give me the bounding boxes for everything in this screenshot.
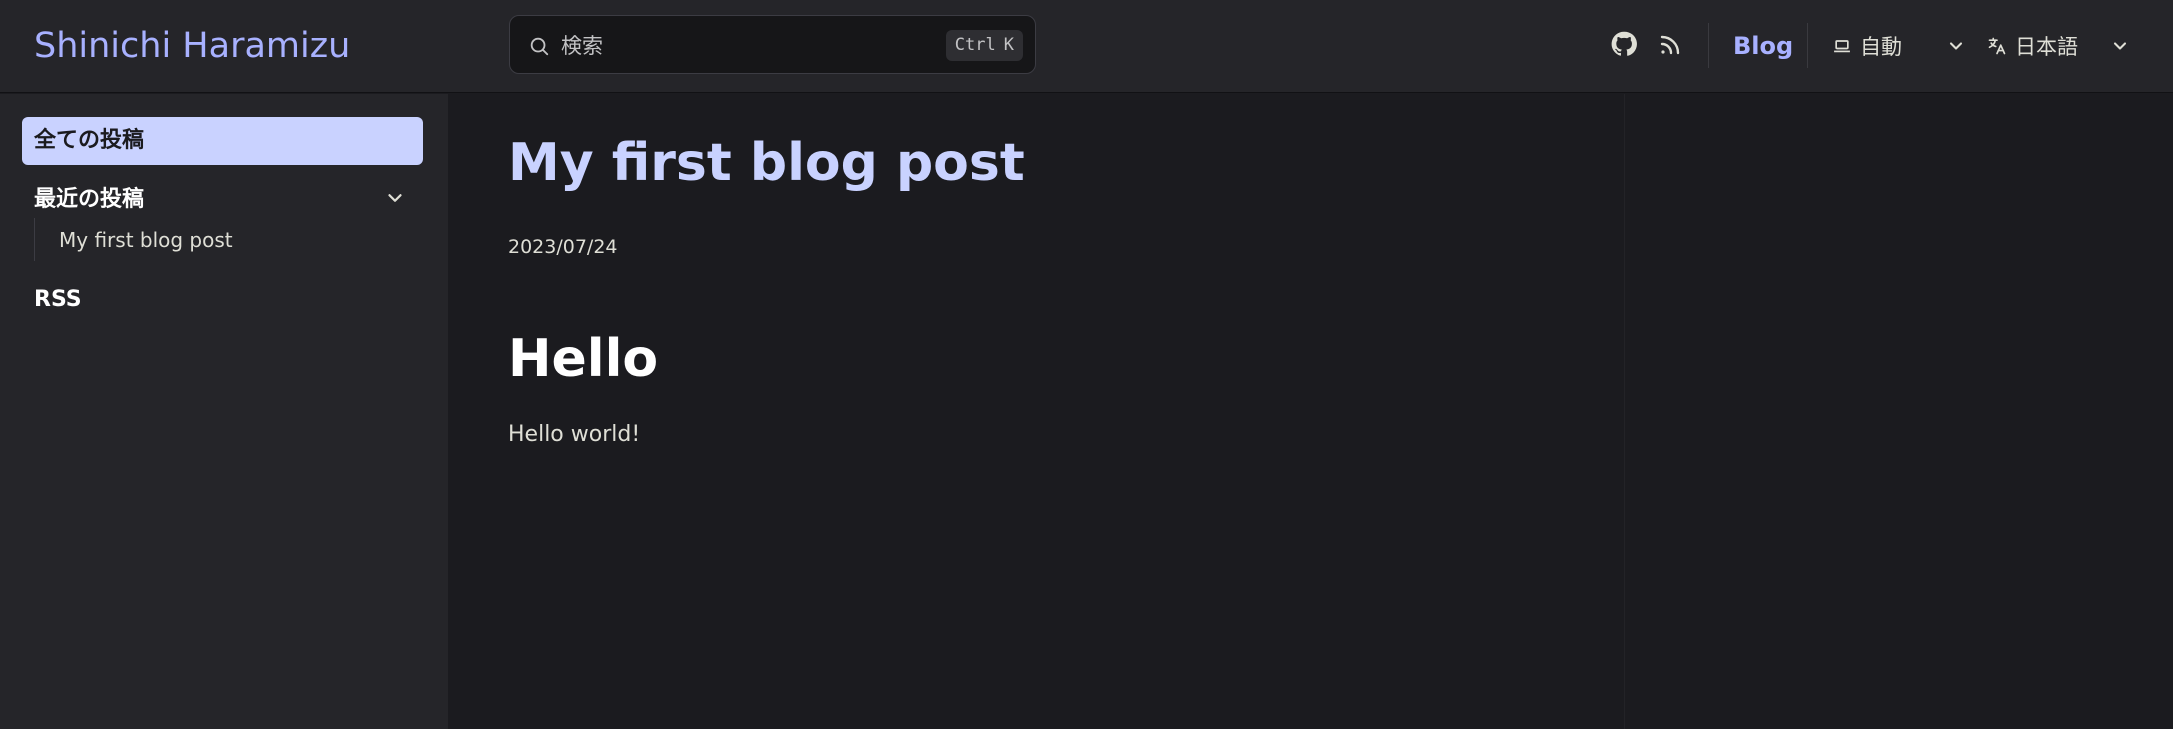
aside-divider	[1624, 94, 1625, 729]
sidebar-group-recent-posts[interactable]: 最近の投稿	[34, 184, 144, 216]
github-icon[interactable]	[1610, 30, 1638, 58]
rss-icon[interactable]	[1658, 33, 1682, 57]
page-title: My first blog post	[508, 133, 1025, 193]
sidebar-indent-line	[34, 218, 35, 261]
sidebar: 全ての投稿 最近の投稿 My first blog post RSS	[0, 94, 448, 729]
article-heading: Hello	[508, 329, 659, 389]
navbar-divider	[1807, 23, 1808, 68]
search-button[interactable]: 検索 Ctrl K	[509, 15, 1036, 74]
search-shortcut-hint: Ctrl K	[945, 30, 1023, 61]
translate-icon	[1988, 37, 2006, 55]
sidebar-item-rss[interactable]: RSS	[34, 284, 82, 316]
top-navbar: Shinichi Haramizu 検索 Ctrl K Blog 自動 日本語	[0, 0, 2173, 93]
language-label: 日本語	[2015, 35, 2078, 59]
chevron-down-icon	[2113, 42, 2127, 50]
appearance-label: 自動	[1860, 35, 1902, 59]
nav-link-blog[interactable]: Blog	[1733, 30, 1793, 63]
appearance-dropdown[interactable]: 自動	[1832, 30, 1966, 62]
language-dropdown[interactable]: 日本語	[1987, 30, 2130, 62]
post-date: 2023/07/24	[508, 236, 618, 258]
sidebar-item-all-posts[interactable]: 全ての投稿	[22, 117, 423, 165]
search-placeholder: 検索	[561, 34, 603, 58]
site-title-link[interactable]: Shinichi Haramizu	[34, 24, 350, 68]
sidebar-item-first-post[interactable]: My first blog post	[59, 226, 233, 254]
chevron-down-icon[interactable]	[384, 187, 406, 209]
chevron-down-icon	[1949, 42, 1963, 50]
navbar-divider	[1708, 23, 1709, 68]
article-paragraph: Hello world!	[508, 422, 641, 447]
laptop-icon	[1834, 40, 1850, 53]
search-icon	[530, 37, 549, 56]
